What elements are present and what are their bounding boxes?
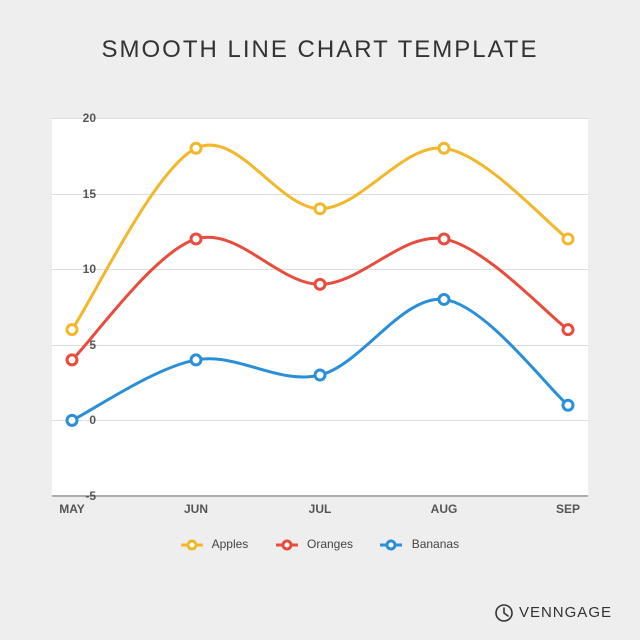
data-point [67,355,77,365]
legend-marker-bananas [380,539,402,551]
legend-item-bananas: Bananas [380,537,459,551]
legend-label-oranges: Oranges [307,537,353,551]
series-line-oranges [72,237,568,360]
brand-logo: VENNGAGE [495,604,612,622]
data-point [439,234,449,244]
series-line-apples [72,145,568,330]
chart-title: SMOOTH LINE CHART TEMPLATE [0,36,640,64]
x-tick-label: MAY [59,502,85,516]
legend-label-bananas: Bananas [412,537,459,551]
data-point [563,325,573,335]
legend: Apples Oranges Bananas [0,536,640,551]
data-point [315,370,325,380]
brand-text: VENNGAGE [519,604,612,621]
x-tick-label: SEP [556,502,580,516]
data-point [191,234,201,244]
x-tick-label: JUN [184,502,208,516]
legend-item-oranges: Oranges [276,537,353,551]
legend-marker-oranges [276,539,298,551]
data-point [315,279,325,289]
legend-item-apples: Apples [181,537,248,551]
x-tick-label: JUL [309,502,332,516]
x-tick-label: AUG [431,502,458,516]
data-point [439,143,449,153]
legend-label-apples: Apples [212,537,249,551]
legend-marker-apples [181,539,203,551]
chart-svg [52,118,588,496]
series-line-bananas [72,299,568,420]
data-point [315,204,325,214]
data-point [563,234,573,244]
data-point [67,325,77,335]
chart-page: { "title": "SMOOTH LINE CHART TEMPLATE",… [0,0,640,640]
data-point [191,355,201,365]
data-point [439,294,449,304]
data-point [67,415,77,425]
data-point [191,143,201,153]
clock-icon [495,604,513,622]
data-point [563,400,573,410]
